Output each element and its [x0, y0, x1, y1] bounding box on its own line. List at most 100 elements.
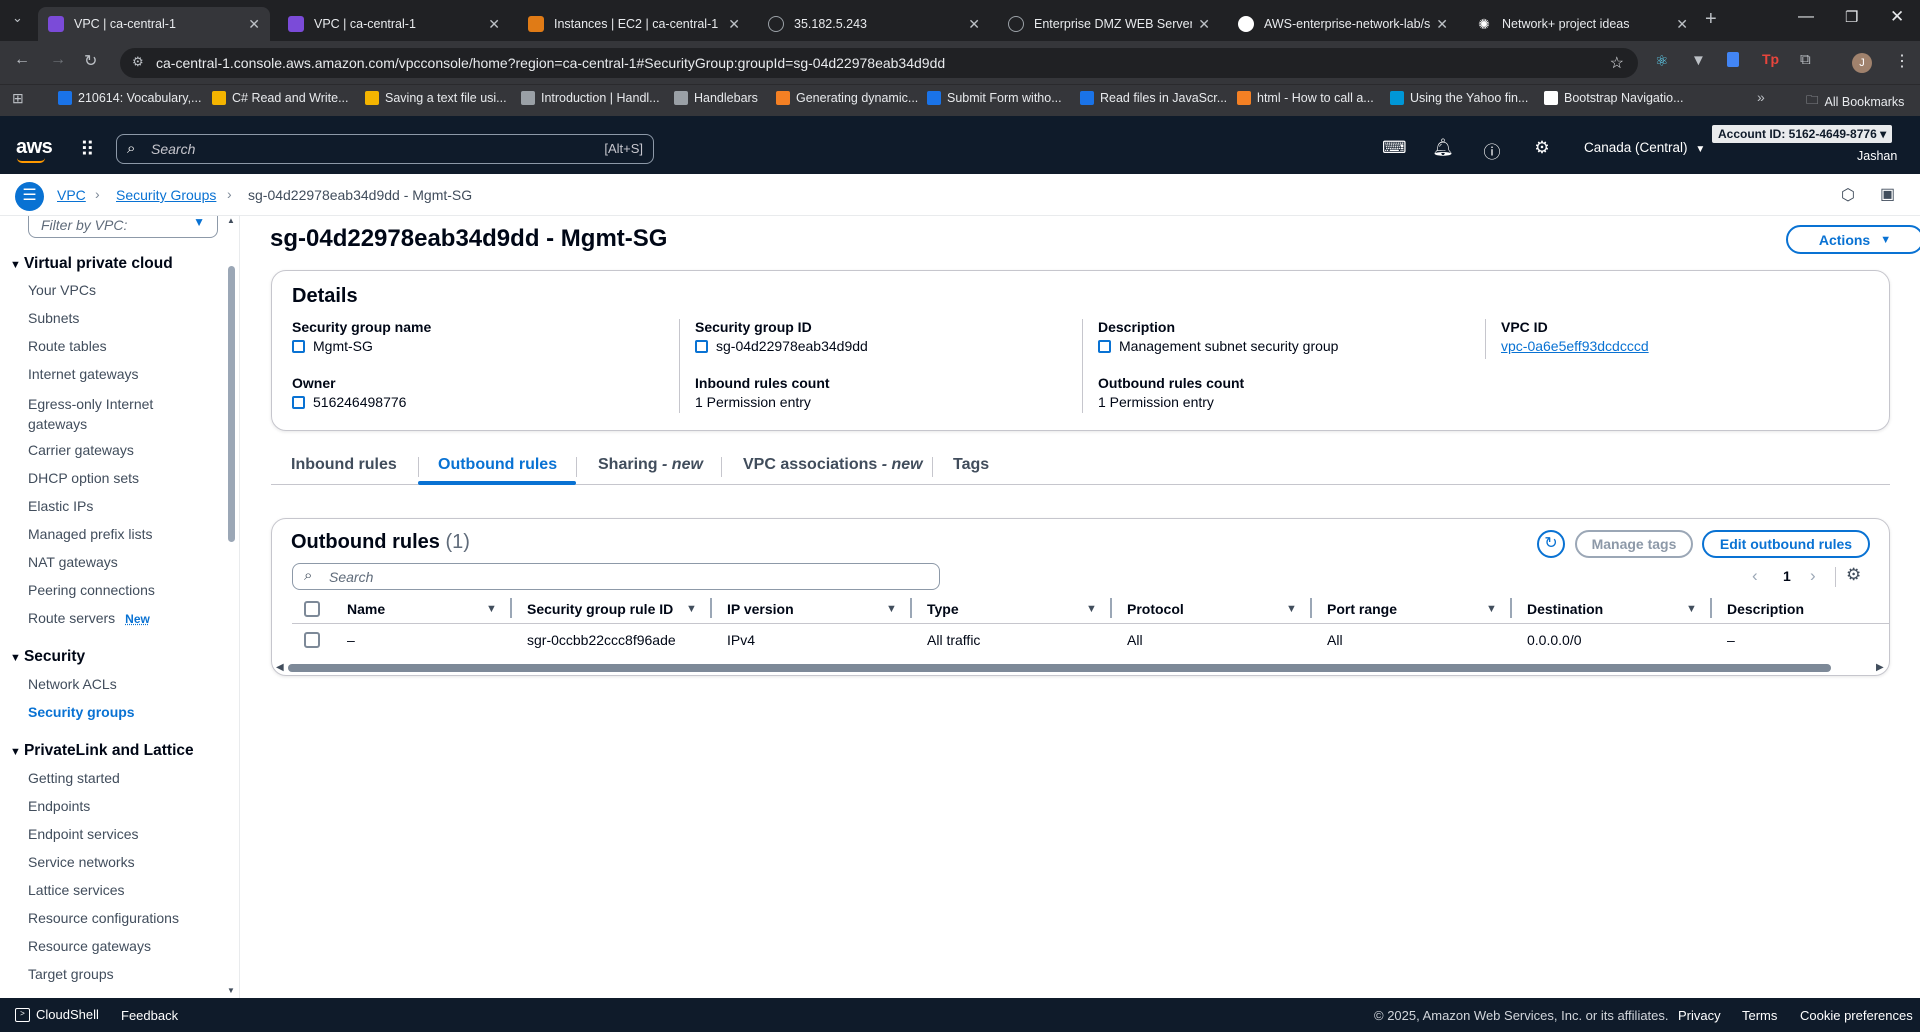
tab-tags[interactable]: Tags: [953, 456, 989, 474]
close-tab-icon[interactable]: ✕: [488, 16, 500, 33]
all-bookmarks[interactable]: 🗀 All Bookmarks: [1806, 91, 1904, 112]
sidebar-item[interactable]: Managed prefix lists: [28, 526, 153, 542]
sidebar-item[interactable]: Peering connections: [28, 582, 155, 598]
extension-v-icon[interactable]: ▼: [1691, 52, 1706, 69]
breadcrumb-vpc[interactable]: VPC: [57, 187, 86, 203]
bookmark-item[interactable]: Generating dynamic...: [776, 91, 918, 105]
browser-tab[interactable]: 35.182.5.243 ✕: [758, 7, 990, 41]
cloudshell-link[interactable]: > CloudShell: [15, 1007, 99, 1022]
tab-vpc-associations[interactable]: VPC associations - new: [743, 456, 923, 474]
sidebar-item[interactable]: DHCP option sets: [28, 470, 139, 486]
sidebar-item[interactable]: Route servers New: [28, 610, 150, 626]
rules-search-input[interactable]: ⌕ Search: [292, 563, 940, 590]
tab-outbound-rules[interactable]: Outbound rules: [438, 456, 557, 474]
browser-tab[interactable]: Instances | EC2 | ca-central-1 ✕: [518, 7, 750, 41]
manage-tags-button[interactable]: Manage tags: [1575, 530, 1693, 558]
sidebar-item[interactable]: NAT gateways: [28, 554, 118, 570]
copy-icon[interactable]: [695, 340, 708, 353]
sort-caret-icon[interactable]: ▼: [1086, 603, 1097, 615]
tab-sharing[interactable]: Sharing - new: [598, 456, 703, 474]
services-grid-icon[interactable]: ⠿: [80, 137, 95, 162]
sort-caret-icon[interactable]: ▼: [1686, 603, 1697, 615]
sidebar-item[interactable]: Subnets: [28, 310, 79, 326]
column-resizer[interactable]: [710, 598, 712, 618]
column-resizer[interactable]: [1110, 598, 1112, 618]
notifications-bell-icon[interactable]: 🔔︎: [1432, 138, 1454, 158]
browser-menu-icon[interactable]: ⋮: [1894, 51, 1910, 71]
sidebar-item[interactable]: Internet gateways: [28, 366, 139, 382]
sidebar-item[interactable]: Your VPCs: [28, 282, 96, 298]
bookmark-item[interactable]: Introduction | Handl...: [521, 91, 660, 105]
tab-search-icon[interactable]: ⌄: [12, 10, 23, 26]
sidebar-item[interactable]: Elastic IPs: [28, 498, 93, 514]
minimize-icon[interactable]: —: [1798, 8, 1814, 26]
close-tab-icon[interactable]: ✕: [1436, 16, 1448, 33]
hamburger-menu-icon[interactable]: ☰: [15, 182, 44, 211]
close-tab-icon[interactable]: ✕: [1676, 16, 1688, 33]
forward-icon[interactable]: →: [50, 51, 66, 69]
edit-outbound-rules-button[interactable]: Edit outbound rules: [1702, 530, 1870, 558]
scroll-right-icon[interactable]: ▶: [1876, 662, 1884, 673]
sidebar-item[interactable]: Egress-only Internet gateways: [28, 394, 168, 434]
site-info-icon[interactable]: ⚙: [132, 54, 144, 70]
sidebar-item[interactable]: Resource configurations: [28, 910, 179, 926]
horizontal-scrollbar[interactable]: [288, 664, 1831, 672]
sidebar-item[interactable]: Resource gateways: [28, 938, 151, 954]
privacy-link[interactable]: Privacy: [1678, 1008, 1721, 1023]
extension-tp-icon[interactable]: Tp: [1762, 51, 1779, 67]
scroll-left-icon[interactable]: ◀: [276, 662, 284, 673]
bookmark-item[interactable]: Handlebars: [674, 91, 758, 105]
vpc-filter-select[interactable]: Filter by VPC: ▼: [28, 216, 218, 238]
sidebar-scrollbar[interactable]: [228, 266, 235, 542]
bookmark-item[interactable]: 210614: Vocabulary,...: [58, 91, 201, 105]
sort-caret-icon[interactable]: ▼: [886, 603, 897, 615]
region-selector[interactable]: Canada (Central) ▼: [1584, 140, 1705, 155]
scroll-down-icon[interactable]: ▼: [227, 986, 235, 995]
copy-icon[interactable]: [292, 396, 305, 409]
row-checkbox[interactable]: [304, 632, 320, 648]
sidebar-item[interactable]: Route tables: [28, 338, 107, 354]
bookmark-item[interactable]: Saving a text file usi...: [365, 91, 507, 105]
select-all-checkbox[interactable]: [304, 601, 320, 617]
column-resizer[interactable]: [1710, 598, 1712, 618]
browser-tab[interactable]: Enterprise DMZ WEB Server ✕: [998, 7, 1220, 41]
close-window-icon[interactable]: ✕: [1890, 7, 1904, 27]
column-header[interactable]: Type: [927, 601, 959, 617]
close-tab-icon[interactable]: ✕: [728, 16, 740, 33]
close-tab-icon[interactable]: ✕: [1198, 16, 1210, 33]
sidebar-section-header[interactable]: ▼ Virtual private cloud: [10, 255, 173, 273]
browser-tab[interactable]: ✺ Network+ project ideas ✕: [1466, 7, 1698, 41]
bookmark-item[interactable]: Using the Yahoo fin...: [1390, 91, 1528, 105]
help-icon[interactable]: ⓘ: [1481, 138, 1503, 163]
restore-icon[interactable]: ❐: [1845, 8, 1858, 26]
sidebar-item[interactable]: Endpoints: [28, 798, 90, 814]
column-resizer[interactable]: [1310, 598, 1312, 618]
extension-docs-icon[interactable]: [1727, 52, 1739, 67]
sidebar-item[interactable]: Target groups: [28, 966, 114, 982]
close-tab-icon[interactable]: ✕: [968, 16, 980, 33]
column-header[interactable]: Name: [347, 601, 385, 617]
column-header[interactable]: IP version: [727, 601, 794, 617]
cloudshell-icon[interactable]: ⌨: [1382, 138, 1407, 158]
settings-gear-icon[interactable]: ⚙: [1531, 138, 1553, 158]
profile-avatar[interactable]: J: [1852, 53, 1872, 73]
scroll-up-icon[interactable]: ▲: [227, 216, 235, 225]
sidebar-section-header[interactable]: ▼ Security: [10, 648, 85, 666]
feedback-link[interactable]: Feedback: [121, 1008, 178, 1023]
column-resizer[interactable]: [510, 598, 512, 618]
sidebar-section-header[interactable]: ▼ PrivateLink and Lattice: [10, 742, 194, 760]
terms-link[interactable]: Terms: [1742, 1008, 1777, 1023]
back-icon[interactable]: ←: [14, 51, 30, 69]
cookie-preferences-link[interactable]: Cookie preferences: [1800, 1008, 1913, 1023]
page-number[interactable]: 1: [1783, 568, 1791, 584]
bookmark-star-icon[interactable]: ☆: [1610, 53, 1624, 73]
tools-panel-icon[interactable]: ▣: [1880, 184, 1895, 204]
copy-icon[interactable]: [292, 340, 305, 353]
column-header[interactable]: Security group rule ID: [527, 601, 673, 617]
apps-grid-icon[interactable]: ⊞: [12, 90, 24, 107]
column-header[interactable]: Port range: [1327, 601, 1397, 617]
previous-page-icon[interactable]: ‹: [1752, 566, 1758, 586]
extensions-puzzle-icon[interactable]: ⧉: [1800, 51, 1811, 68]
bookmark-item[interactable]: Read files in JavaScr...: [1080, 91, 1227, 105]
sidebar-item[interactable]: Lattice services: [28, 882, 124, 898]
